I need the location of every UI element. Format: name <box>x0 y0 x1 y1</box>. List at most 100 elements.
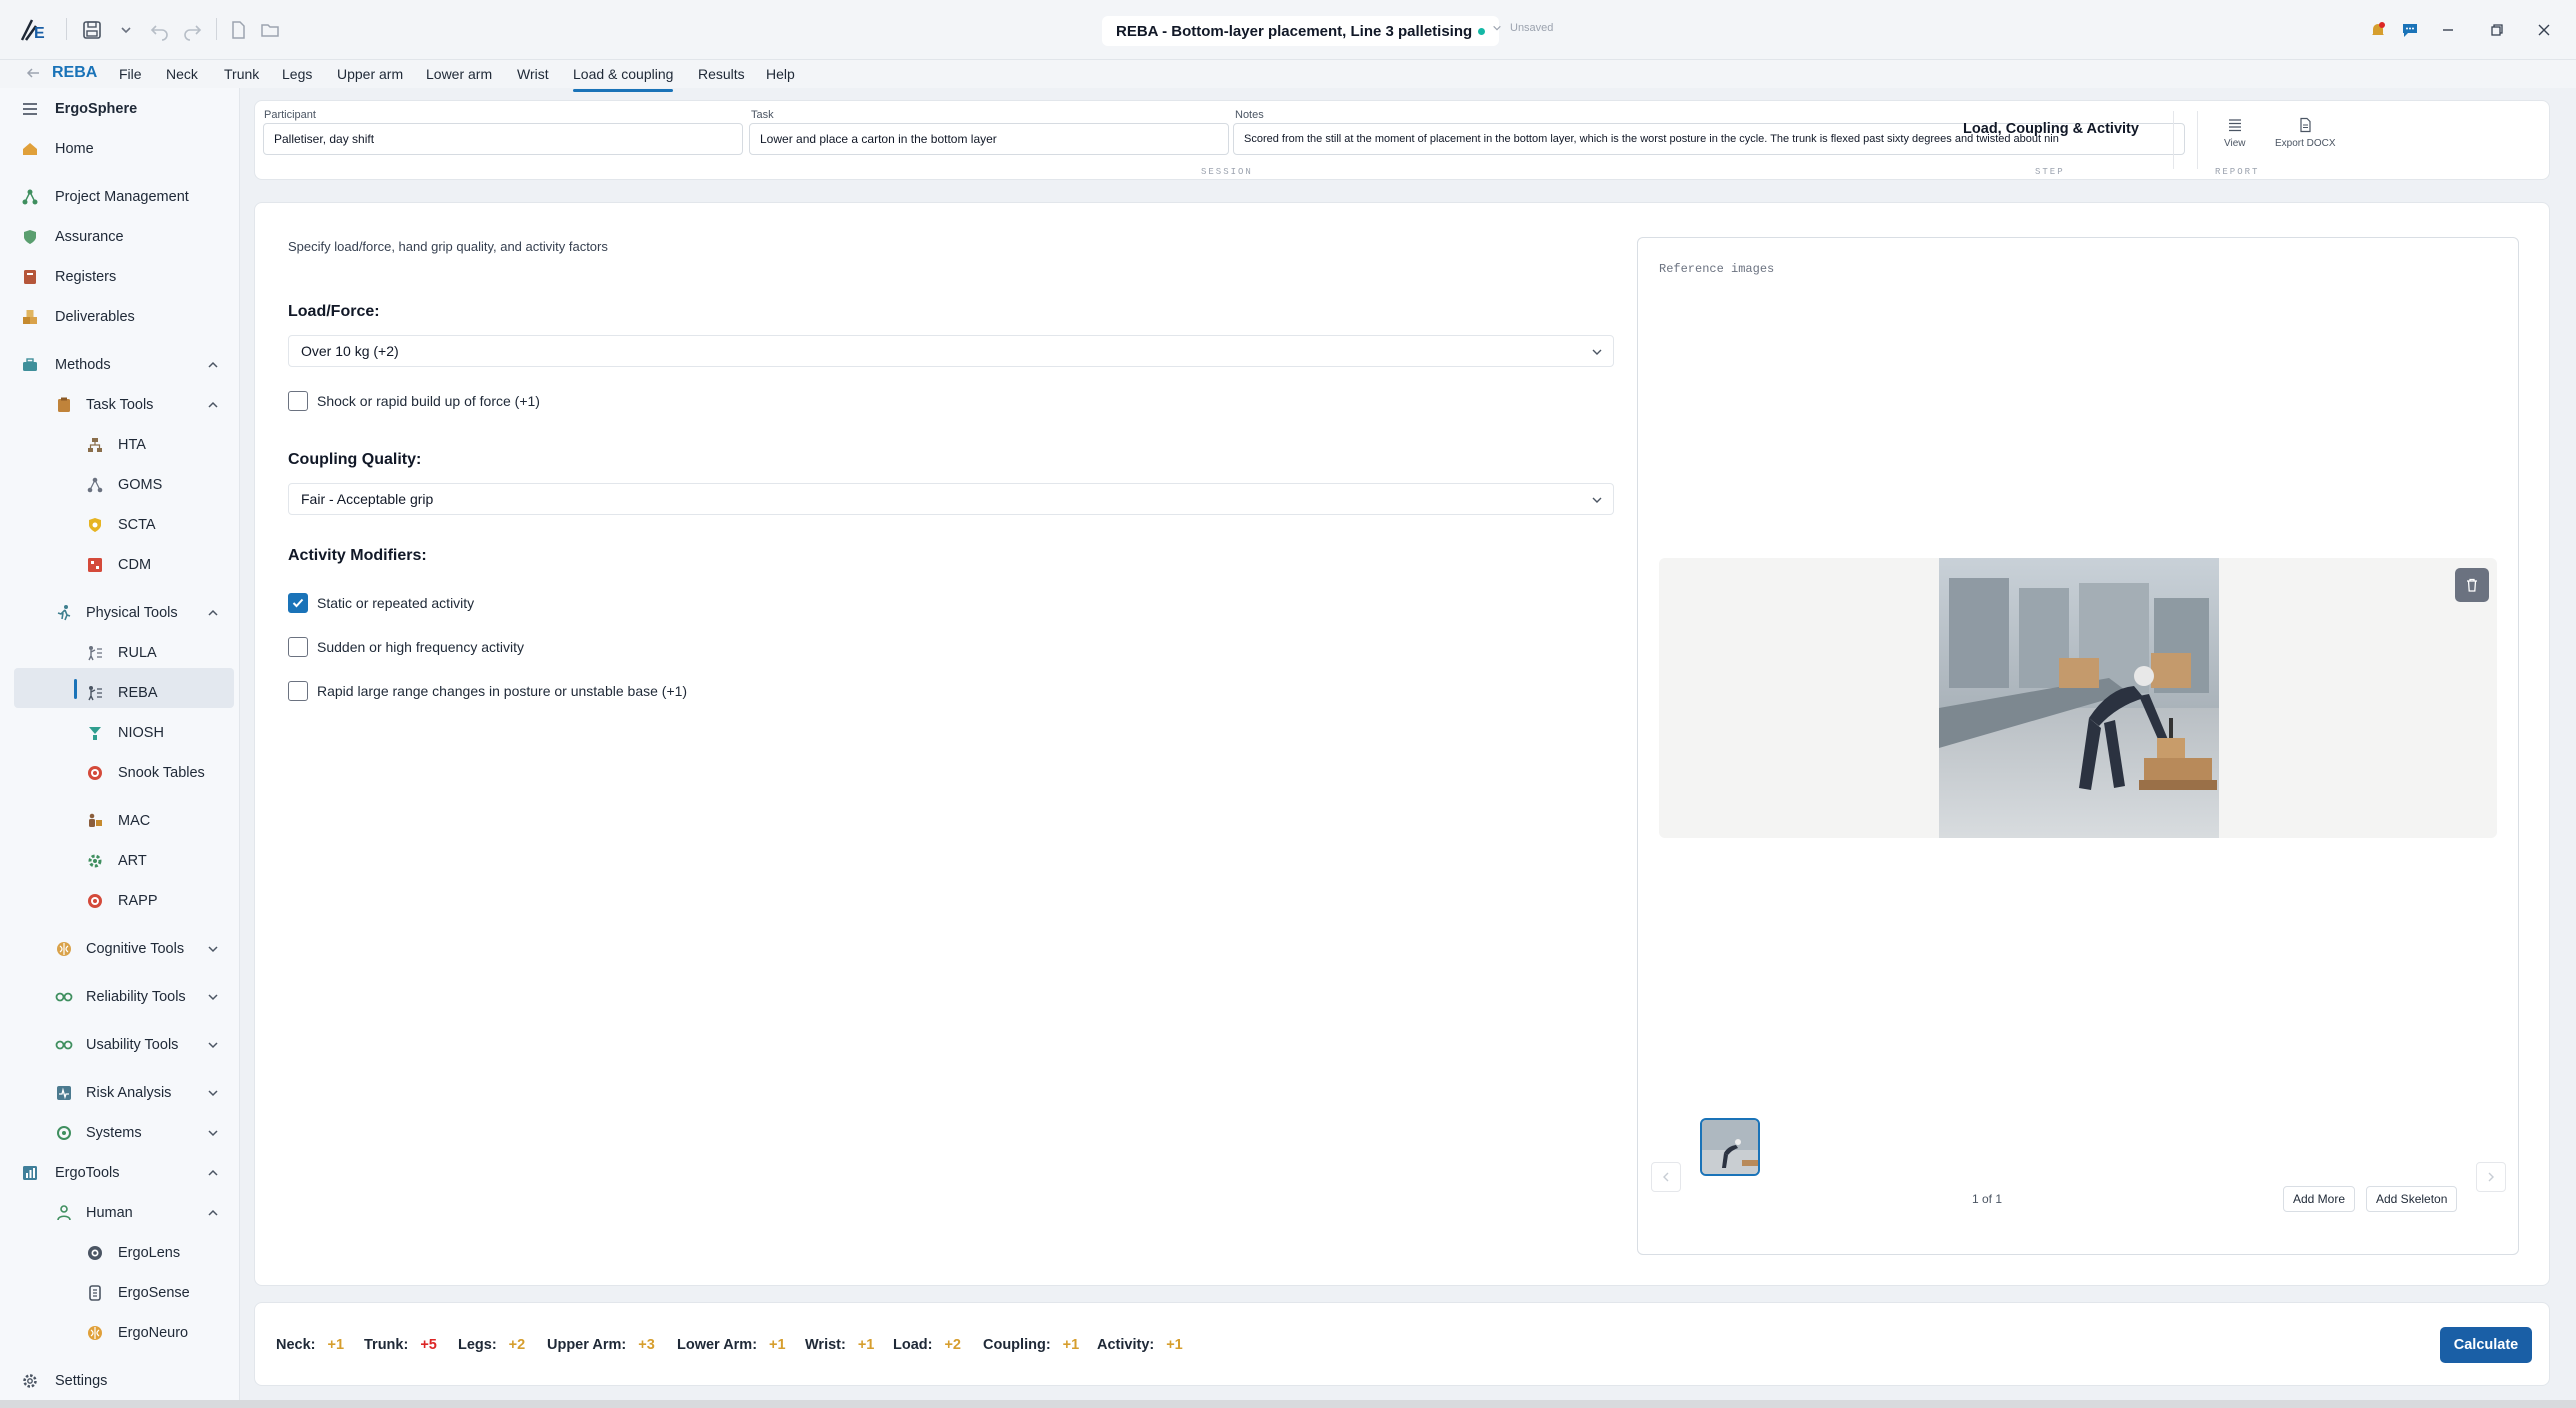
save-icon[interactable] <box>80 18 104 42</box>
hamburger-menu-icon[interactable] <box>21 100 39 118</box>
menu-file[interactable]: File <box>119 66 142 82</box>
notes-label: Notes <box>1235 109 1264 121</box>
brain-icon <box>55 940 73 958</box>
previous-image-button[interactable] <box>1651 1162 1681 1192</box>
score-value: +2 <box>508 1337 526 1353</box>
sidebar-item-label: RAPP <box>118 893 158 909</box>
chevron-up-icon[interactable] <box>206 398 220 412</box>
target-icon <box>86 892 104 910</box>
view-report-button[interactable]: View <box>2224 117 2246 149</box>
load-coupling-panel: Specify load/force, hand grip quality, a… <box>254 202 2550 1286</box>
menu-legs[interactable]: Legs <box>282 66 312 82</box>
link-icon <box>55 988 73 1006</box>
chart-icon <box>21 1164 39 1182</box>
score-label: Lower Arm: <box>677 1337 758 1353</box>
document-icon <box>2300 117 2311 133</box>
save-status[interactable]: Unsaved <box>1492 22 1553 34</box>
open-folder-icon[interactable] <box>258 18 282 42</box>
score-label: Load: <box>893 1337 933 1353</box>
restore-icon[interactable] <box>2484 18 2508 42</box>
menu-upper-arm[interactable]: Upper arm <box>337 66 403 82</box>
menu-help[interactable]: Help <box>766 66 795 82</box>
static-activity-checkbox[interactable] <box>288 593 308 613</box>
score-label: Activity: <box>1097 1337 1155 1353</box>
book-icon <box>21 268 39 286</box>
coupling-quality-select[interactable]: Fair - Acceptable grip <box>288 483 1614 515</box>
menu-load-coupling[interactable]: Load & coupling <box>573 66 674 92</box>
coupling-quality-heading: Coupling Quality: <box>288 451 422 468</box>
divider <box>2173 111 2174 169</box>
chevron-up-icon[interactable] <box>206 1166 220 1180</box>
score-summary-bar: Neck: +1 Trunk: +5 Legs: +2 Upper Arm: +3 Lo… <box>254 1302 2550 1386</box>
image-counter: 1 of 1 <box>1972 1192 2003 1206</box>
chevron-up-icon[interactable] <box>206 358 220 372</box>
score-legs: Legs: +2 <box>458 1337 525 1353</box>
next-image-button[interactable] <box>2476 1162 2506 1192</box>
clipboard-icon <box>55 396 73 414</box>
new-file-icon[interactable] <box>226 18 250 42</box>
calculate-button[interactable]: Calculate <box>2440 1327 2532 1363</box>
image-thumbnail[interactable] <box>1700 1118 1760 1176</box>
participant-field[interactable]: Palletiser, day shift <box>263 123 743 155</box>
menu-lower-arm[interactable]: Lower arm <box>426 66 492 82</box>
reference-photo[interactable] <box>1939 558 2219 838</box>
chevron-down-icon[interactable] <box>206 942 220 956</box>
sidebar-item-label: ErgoNeuro <box>118 1325 189 1341</box>
score-label: Neck: <box>276 1337 316 1353</box>
sidebar-item-label: ART <box>118 853 147 869</box>
delete-image-button[interactable] <box>2455 568 2489 602</box>
rapid-changes-option[interactable]: Rapid large range changes in posture or … <box>288 681 687 701</box>
back-arrow-icon[interactable] <box>24 64 42 82</box>
chevron-down-icon[interactable] <box>206 990 220 1004</box>
sidebar-item-label: Cognitive Tools <box>86 941 185 957</box>
sidebar-item-label: ErgoLens <box>118 1245 181 1261</box>
export-docx-button[interactable]: Export DOCX <box>2275 117 2336 149</box>
shield-icon <box>21 228 39 246</box>
sidebar-brand: ErgoSphere <box>55 101 138 117</box>
static-activity-label: Static or repeated activity <box>317 595 475 611</box>
score-label: Trunk: <box>364 1337 409 1353</box>
sidebar-item-label: SCTA <box>118 517 156 533</box>
reference-image-viewer <box>1659 558 2497 838</box>
rapid-changes-checkbox[interactable] <box>288 681 308 701</box>
add-more-button[interactable]: Add More <box>2283 1186 2356 1212</box>
chevron-down-icon[interactable] <box>206 1126 220 1140</box>
static-activity-option[interactable]: Static or repeated activity <box>288 593 474 613</box>
chevron-up-icon[interactable] <box>206 606 220 620</box>
menu-trunk[interactable]: Trunk <box>224 66 259 82</box>
divider <box>2197 111 2198 169</box>
chat-icon[interactable] <box>2398 18 2422 42</box>
close-icon[interactable] <box>2532 18 2556 42</box>
add-skeleton-button[interactable]: Add Skeleton <box>2366 1186 2458 1212</box>
lift-icon <box>86 724 104 742</box>
undo-icon[interactable] <box>148 18 172 42</box>
shock-checkbox[interactable] <box>288 391 308 411</box>
sudden-activity-checkbox[interactable] <box>288 637 308 657</box>
score-upper-arm: Upper Arm: +3 <box>547 1337 655 1353</box>
load-force-select[interactable]: Over 10 kg (+2) <box>288 335 1614 367</box>
menu-results[interactable]: Results <box>698 66 745 82</box>
chevron-down-icon[interactable] <box>114 18 138 42</box>
systems-icon <box>55 1124 73 1142</box>
menu-app-name[interactable]: REBA <box>52 64 97 82</box>
chevron-down-icon[interactable] <box>206 1086 220 1100</box>
notification-bell-icon[interactable] <box>2366 18 2390 42</box>
sidebar-item-label: Registers <box>55 269 117 285</box>
check-icon <box>292 598 304 608</box>
minimize-icon[interactable] <box>2436 18 2460 42</box>
participant-label: Participant <box>264 109 316 121</box>
sudden-activity-option[interactable]: Sudden or high frequency activity <box>288 637 524 657</box>
load-force-heading: Load/Force: <box>288 303 380 320</box>
menu-wrist[interactable]: Wrist <box>517 66 549 82</box>
step-title: Load, Coupling & Activity <box>1963 121 2139 137</box>
sidebar-item-label: CDM <box>118 557 152 573</box>
score-wrist: Wrist: +1 <box>805 1337 874 1353</box>
menu-neck[interactable]: Neck <box>166 66 198 82</box>
coupling-quality-value: Fair - Acceptable grip <box>301 491 434 507</box>
chevron-up-icon[interactable] <box>206 1206 220 1220</box>
shock-option[interactable]: Shock or rapid build up of force (+1) <box>288 391 540 411</box>
task-field[interactable]: Lower and place a carton in the bottom l… <box>749 123 1229 155</box>
target-icon <box>86 764 104 782</box>
chevron-down-icon[interactable] <box>206 1038 220 1052</box>
redo-icon[interactable] <box>180 18 204 42</box>
